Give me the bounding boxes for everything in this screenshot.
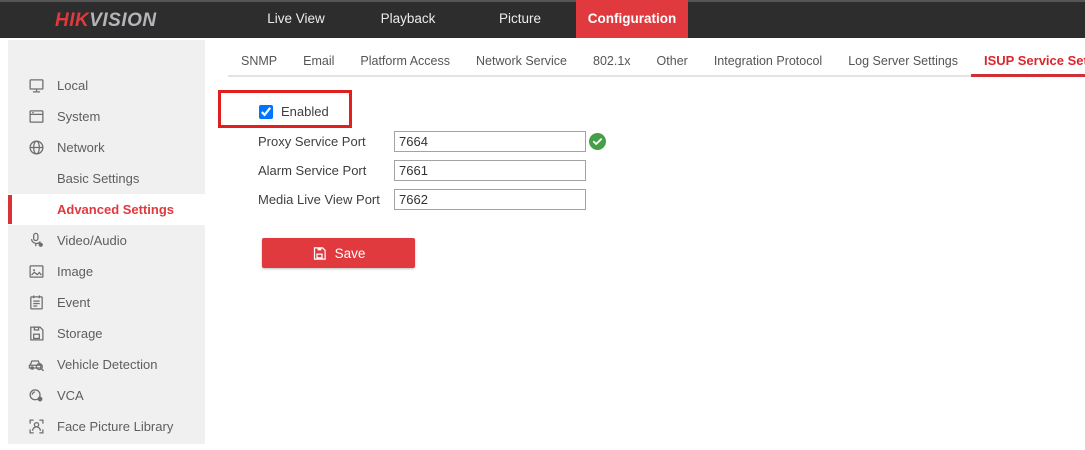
globe-icon — [28, 139, 45, 156]
sidebar-item-label: Face Picture Library — [57, 419, 173, 434]
sidebar-item-system[interactable]: System — [8, 101, 205, 132]
storage-disk-icon — [28, 325, 45, 342]
tab-email[interactable]: Email — [290, 47, 347, 75]
tab-other[interactable]: Other — [644, 47, 701, 75]
sidebar-item-image[interactable]: Image — [8, 256, 205, 287]
tab-live-view[interactable]: Live View — [240, 0, 352, 38]
sidebar-item-label: Image — [57, 264, 93, 279]
save-button[interactable]: Save — [262, 238, 415, 268]
proxy-service-port-label: Proxy Service Port — [258, 134, 398, 149]
event-notepad-icon — [28, 294, 45, 311]
sidebar-item-label: System — [57, 109, 100, 124]
tab-snmp[interactable]: SNMP — [228, 47, 290, 75]
hikvision-logo: HIKVISION — [55, 10, 157, 32]
sidebar-item-face-picture-library[interactable]: Face Picture Library — [8, 411, 205, 442]
face-frame-icon — [28, 418, 45, 435]
system-window-icon — [28, 108, 45, 125]
sidebar-item-vca[interactable]: VCA — [8, 380, 205, 411]
alarm-service-port-input[interactable] — [394, 160, 586, 181]
sidebar-item-label: Basic Settings — [57, 171, 139, 186]
settings-tab-bar: SNMP Email Platform Access Network Servi… — [228, 47, 1085, 77]
microphone-gear-icon — [28, 232, 45, 249]
media-live-view-port-input[interactable] — [394, 189, 586, 210]
top-navigation: Live View Playback Picture Configuration — [240, 0, 688, 38]
sidebar-item-label: Local — [57, 78, 88, 93]
sidebar-item-storage[interactable]: Storage — [8, 318, 205, 349]
sidebar-item-label: Advanced Settings — [57, 202, 174, 217]
alarm-service-port-label: Alarm Service Port — [258, 163, 398, 178]
tab-isup-service-settings[interactable]: ISUP Service Settings — [971, 47, 1085, 77]
tab-platform-access[interactable]: Platform Access — [347, 47, 463, 75]
proxy-service-port-input[interactable] — [394, 131, 586, 152]
sidebar-item-vehicle-detection[interactable]: Vehicle Detection — [8, 349, 205, 380]
logo-hik: HIK — [55, 10, 89, 31]
enabled-label[interactable]: Enabled — [281, 104, 329, 119]
sidebar-item-label: Event — [57, 295, 90, 310]
vehicle-search-icon — [28, 356, 45, 373]
tab-configuration[interactable]: Configuration — [576, 0, 688, 38]
sidebar-item-basic-settings[interactable]: Basic Settings — [8, 163, 205, 194]
page: HIKVISION Live View Playback Picture Con… — [0, 0, 1085, 450]
tab-network-service[interactable]: Network Service — [463, 47, 580, 75]
sidebar-item-event[interactable]: Event — [8, 287, 205, 318]
image-icon — [28, 263, 45, 280]
tab-picture[interactable]: Picture — [464, 0, 576, 38]
sidebar-item-label: Storage — [57, 326, 103, 341]
green-check-icon — [589, 133, 606, 150]
sidebar-item-local[interactable]: Local — [8, 70, 205, 101]
sidebar-item-advanced-settings[interactable]: Advanced Settings — [8, 194, 205, 225]
enabled-checkbox-row: Enabled — [259, 104, 329, 119]
enabled-checkbox[interactable] — [259, 105, 273, 119]
sidebar-item-label: Video/Audio — [57, 233, 127, 248]
sidebar-item-label: VCA — [57, 388, 84, 403]
save-disk-icon — [312, 246, 327, 261]
sidebar-item-video-audio[interactable]: Video/Audio — [8, 225, 205, 256]
tab-playback[interactable]: Playback — [352, 0, 464, 38]
media-live-view-port-label: Media Live View Port — [258, 192, 398, 207]
sidebar: Local System Network Basic Settings Adva… — [8, 40, 205, 444]
vca-gear-icon — [28, 387, 45, 404]
save-button-label: Save — [335, 246, 366, 261]
top-bar: HIKVISION Live View Playback Picture Con… — [0, 0, 1085, 38]
tab-log-server-settings[interactable]: Log Server Settings — [835, 47, 971, 75]
sidebar-item-label: Network — [57, 140, 105, 155]
monitor-icon — [28, 77, 45, 94]
logo-vision: VISION — [89, 10, 156, 31]
sidebar-item-label: Vehicle Detection — [57, 357, 157, 372]
sidebar-item-network[interactable]: Network — [8, 132, 205, 163]
tab-integration-protocol[interactable]: Integration Protocol — [701, 47, 835, 75]
tab-802-1x[interactable]: 802.1x — [580, 47, 644, 75]
